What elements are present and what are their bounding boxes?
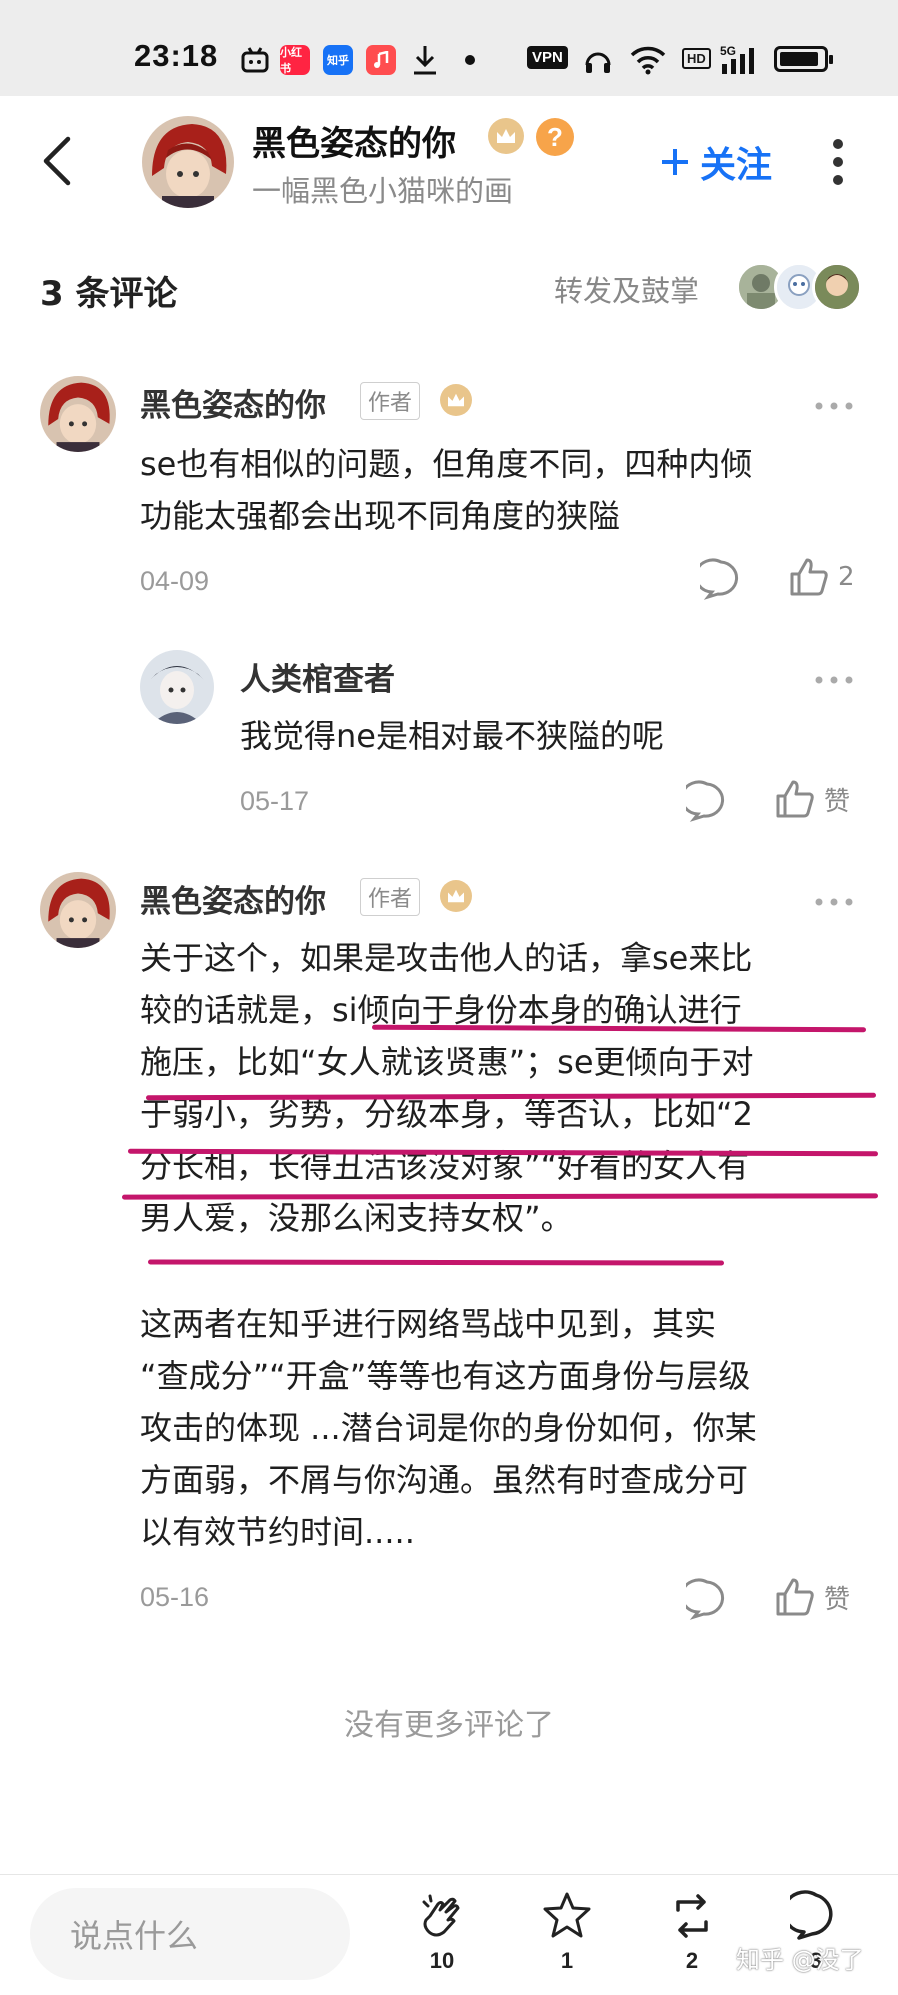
- comment-avatar[interactable]: [40, 376, 116, 452]
- crown-badge-icon: [488, 118, 524, 154]
- star-icon: [543, 1892, 591, 1938]
- comment-bubble-icon: [686, 780, 724, 822]
- comment-text: se也有相似的问题，但角度不同，四种内倾 功能太强都会出现不同角度的狭隘: [140, 445, 753, 535]
- page-subtitle: 一幅黑色小猫咪的画: [252, 174, 514, 208]
- more-horizontal-icon[interactable]: [814, 892, 854, 906]
- comment-author-name[interactable]: 黑色姿态的你: [140, 380, 326, 425]
- comment-bubble-icon: [782, 1890, 833, 1940]
- more-options-icon[interactable]: [828, 138, 848, 186]
- comment-input[interactable]: 说点什么: [30, 1888, 350, 1980]
- headphones-icon: [583, 44, 613, 76]
- like-button[interactable]: 2: [788, 556, 855, 598]
- reply-button[interactable]: [700, 558, 742, 600]
- no-more-comments: 没有更多评论了: [344, 1708, 554, 1743]
- comment-author-name[interactable]: 黑色姿态的你: [140, 876, 326, 921]
- crown-badge-icon: [440, 384, 472, 416]
- more-horizontal-icon[interactable]: [814, 670, 854, 684]
- repost-clap-link[interactable]: 转发及鼓掌: [554, 268, 699, 310]
- comment-date: 05-17: [240, 786, 310, 816]
- thumbs-up-icon: [776, 780, 814, 818]
- network-type: 5G: [720, 44, 736, 58]
- more-horizontal-icon[interactable]: [814, 396, 854, 410]
- zhihu-icon: 知乎: [323, 44, 353, 76]
- reply-button[interactable]: [686, 1578, 728, 1620]
- dot-indicator-icon: [464, 44, 476, 76]
- bilibili-icon: [240, 44, 270, 76]
- like-label: 赞: [824, 1584, 851, 1615]
- page-title: 黑色姿态的你: [252, 124, 456, 164]
- status-time: 23:18: [134, 38, 219, 73]
- comment-date: 04-09: [140, 566, 210, 596]
- comment-avatar[interactable]: [40, 872, 116, 948]
- comment-text: 我觉得ne是相对最不狭隘的呢: [240, 717, 664, 755]
- follow-label: 关注: [700, 145, 773, 186]
- comment-avatar[interactable]: [140, 650, 214, 724]
- like-button[interactable]: 赞: [774, 1576, 850, 1618]
- watermark: 知乎 @没了: [736, 1946, 864, 1974]
- xiaohongshu-icon: 小红书: [280, 44, 310, 76]
- author-tag: 作者: [360, 878, 421, 916]
- vpn-indicator: VPN: [527, 46, 568, 69]
- repost-button[interactable]: 2: [652, 1890, 732, 1974]
- follow-button[interactable]: 关注: [660, 136, 772, 188]
- like-count: 2: [838, 562, 855, 592]
- favorite-button[interactable]: 1: [527, 1890, 607, 1974]
- comment-bubble-icon: [700, 558, 738, 600]
- author-avatar[interactable]: [142, 116, 234, 208]
- reply-button[interactable]: [686, 780, 728, 822]
- plus-icon: [662, 149, 688, 175]
- repost-avatar-3[interactable]: [812, 262, 862, 312]
- comment-date: 05-16: [140, 1582, 210, 1612]
- comment-author-name[interactable]: 人类棺查者: [240, 654, 395, 699]
- highlight-underline: [147, 1259, 725, 1266]
- status-bar: 23:18 小红书 知乎 VPN HD 5G: [0, 0, 898, 96]
- hd-indicator: HD: [682, 48, 711, 69]
- like-button[interactable]: 赞: [774, 778, 850, 820]
- author-tag: 作者: [360, 382, 421, 420]
- clap-icon: [422, 1894, 460, 1937]
- thumbs-up-icon: [776, 1578, 814, 1616]
- like-label: 赞: [824, 786, 851, 817]
- back-button[interactable]: [38, 136, 78, 186]
- repost-count: 2: [685, 1948, 699, 1973]
- thumbs-up-icon: [790, 558, 828, 596]
- battery-icon: [774, 46, 833, 72]
- crown-badge-icon: [440, 880, 472, 912]
- repost-icon: [676, 1894, 708, 1938]
- download-icon: [410, 44, 440, 76]
- comment-bubble-icon: [686, 1578, 724, 1620]
- wifi-icon: [630, 44, 666, 76]
- clap-count: 10: [429, 1948, 455, 1973]
- favorite-count: 1: [560, 1948, 574, 1973]
- clap-button[interactable]: 10: [402, 1890, 482, 1974]
- highlight-underline: [121, 1193, 879, 1200]
- comment-count: 3 条评论: [40, 274, 178, 314]
- signal-icon: 5G: [718, 44, 764, 76]
- help-icon[interactable]: ?: [536, 118, 574, 156]
- battery-level: [780, 52, 818, 66]
- music-icon: [366, 44, 396, 76]
